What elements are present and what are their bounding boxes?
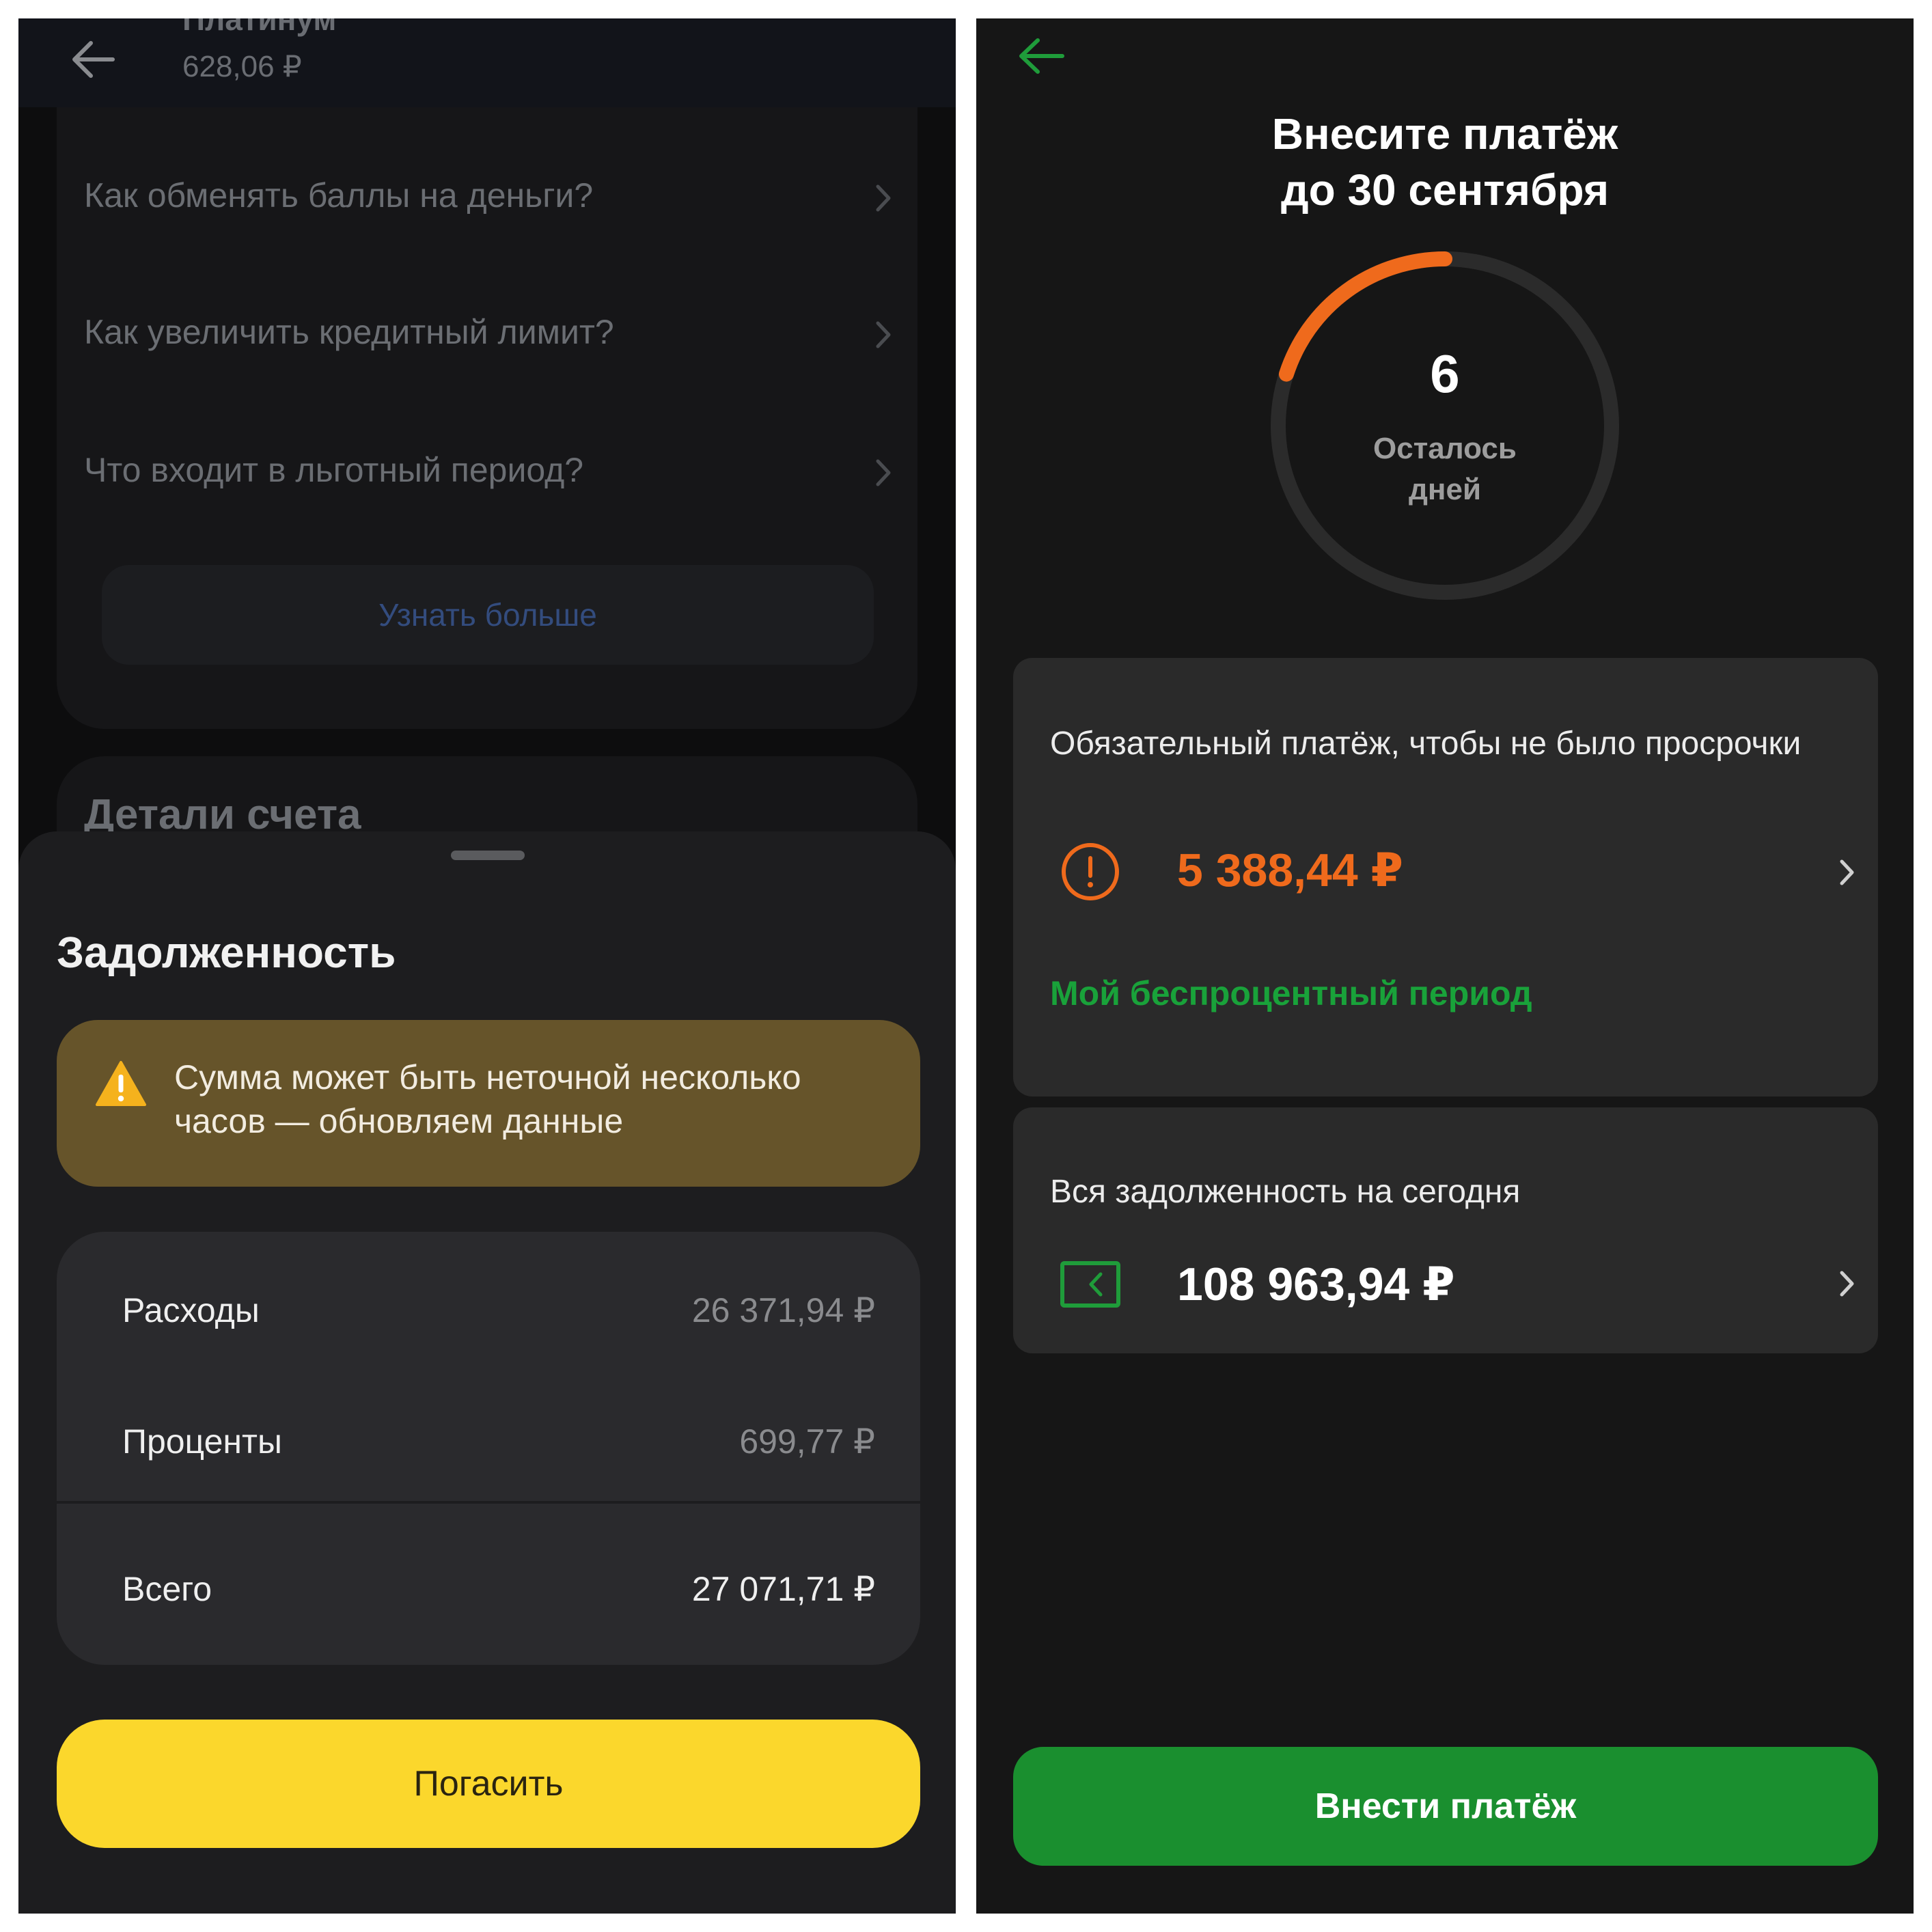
title-line-1: Внесите платёж bbox=[1271, 109, 1618, 158]
faq-item-exchange-points[interactable]: Как обменять баллы на деньги? bbox=[84, 155, 904, 237]
total-debt-card[interactable]: Вся задолженность на сегодня 108 963,94 … bbox=[1013, 1107, 1878, 1353]
debt-row-interest: Проценты 699,77 ₽ bbox=[57, 1400, 920, 1482]
warning-banner: Сумма может быть неточной несколько часо… bbox=[57, 1020, 920, 1187]
row-value: 26 371,94 ₽ bbox=[691, 1291, 875, 1329]
chevron-right-icon bbox=[876, 459, 891, 486]
required-payment-title: Обязательный платёж, чтобы не было проср… bbox=[1050, 726, 1802, 762]
payment-screen-right: Внесите платёж до 30 сентября 6 Осталось… bbox=[976, 18, 1914, 1914]
title-line-2: до 30 сентября bbox=[1280, 165, 1610, 215]
faq-item-grace-period[interactable]: Что входит в льготный период? bbox=[84, 430, 904, 512]
app-header: Платинум 628,06 ₽ bbox=[18, 18, 956, 107]
learn-more-label: Узнать больше bbox=[378, 597, 597, 633]
row-value: 27 071,71 ₽ bbox=[691, 1570, 875, 1608]
warning-triangle-icon bbox=[96, 1061, 146, 1106]
payment-deadline-title: Внесите платёж до 30 сентября bbox=[976, 106, 1914, 218]
learn-more-button[interactable]: Узнать больше bbox=[102, 565, 874, 665]
interest-free-period-link[interactable]: Мой беспроцентный период bbox=[1050, 974, 1532, 1013]
caption-line-2: дней bbox=[1408, 473, 1482, 506]
faq-item-increase-limit[interactable]: Как увеличить кредитный лимит? bbox=[84, 292, 904, 374]
caption-line-1: Осталось bbox=[1373, 432, 1517, 465]
total-debt-amount: 108 963,94 ₽ bbox=[1177, 1258, 1455, 1310]
card-balance: 628,06 ₽ bbox=[182, 50, 302, 83]
back-arrow-icon[interactable] bbox=[1010, 25, 1072, 87]
repay-button[interactable]: Погасить bbox=[57, 1720, 920, 1848]
wallet-icon bbox=[1060, 1261, 1120, 1308]
days-left-caption: Осталось дней bbox=[976, 428, 1914, 510]
make-payment-label: Внести платёж bbox=[1314, 1786, 1577, 1826]
debt-screen-left: Платинум 628,06 ₽ Как обменять баллы на … bbox=[18, 18, 956, 1914]
days-left-number: 6 bbox=[1430, 344, 1460, 404]
sheet-grabber[interactable] bbox=[451, 851, 525, 860]
exclamation-circle-icon bbox=[1062, 843, 1119, 900]
back-arrow-icon[interactable] bbox=[59, 25, 128, 94]
row-value: 699,77 ₽ bbox=[739, 1422, 875, 1461]
row-label: Всего bbox=[122, 1570, 212, 1608]
chevron-right-icon bbox=[1840, 1271, 1854, 1297]
debt-breakdown-card: Расходы 26 371,94 ₽ Проценты 699,77 ₽ Вс… bbox=[57, 1232, 920, 1665]
make-payment-button[interactable]: Внести платёж bbox=[1013, 1747, 1878, 1866]
required-payment-amount: 5 388,44 ₽ bbox=[1177, 844, 1403, 896]
card-title: Платинум bbox=[182, 18, 337, 37]
chevron-right-icon bbox=[876, 184, 891, 212]
debt-row-expenses: Расходы 26 371,94 ₽ bbox=[57, 1269, 920, 1351]
faq-label: Как увеличить кредитный лимит? bbox=[84, 313, 614, 351]
faq-label: Как обменять баллы на деньги? bbox=[84, 176, 594, 215]
faq-label: Что входит в льготный период? bbox=[84, 451, 584, 489]
required-payment-card[interactable]: Обязательный платёж, чтобы не было проср… bbox=[1013, 658, 1878, 1096]
row-label: Расходы bbox=[122, 1291, 260, 1329]
chevron-right-icon bbox=[1840, 859, 1854, 885]
repay-button-label: Погасить bbox=[413, 1764, 564, 1804]
sheet-title: Задолженность bbox=[57, 928, 396, 977]
days-left-ring bbox=[1271, 251, 1619, 600]
divider bbox=[57, 1501, 920, 1504]
debt-row-total: Всего 27 071,71 ₽ bbox=[57, 1547, 920, 1629]
total-debt-title: Вся задолженность на сегодня bbox=[1050, 1174, 1521, 1210]
warning-text: Сумма может быть неточной несколько часо… bbox=[174, 1058, 801, 1140]
chevron-right-icon bbox=[876, 321, 891, 348]
row-label: Проценты bbox=[122, 1422, 282, 1461]
